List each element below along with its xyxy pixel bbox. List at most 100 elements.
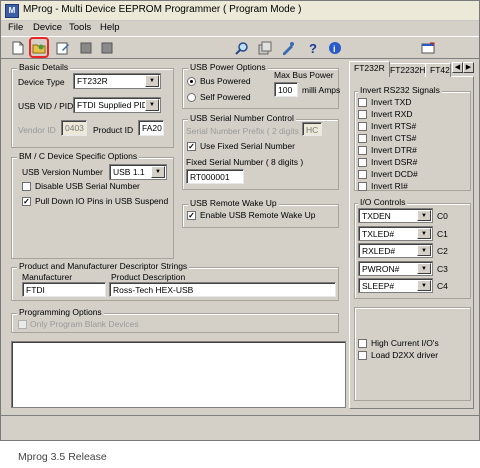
tab-scroll-left-icon[interactable]: ◀ [452,62,463,73]
usb-version-select[interactable]: USB 1.1 ▼ [109,164,167,180]
io-c0-label: C0 [437,211,448,221]
manufacturer-label: Manufacturer [22,272,73,282]
serial-number-legend: USB Serial Number Control [188,113,296,123]
invert-txd-checkbox[interactable] [358,98,367,107]
io-c1-label: C1 [437,229,448,239]
help-icon[interactable]: ? [304,39,322,57]
tab-ft423[interactable]: FT423 [425,63,451,77]
output-log[interactable] [11,341,346,408]
io-c2-label: C2 [437,246,448,256]
usb-power-legend: USB Power Options [188,62,268,72]
io-c3-select[interactable]: PWRON# ▼ [358,261,433,276]
max-bus-power-field[interactable]: 100 [274,82,298,97]
basic-details-legend: Basic Details [17,62,71,72]
product-id-label: Product ID [93,125,134,135]
svg-text:i: i [333,44,336,54]
menu-help[interactable]: Help [100,22,120,33]
self-powered-radio[interactable] [187,93,196,102]
window-title: MProg - Multi Device EEPROM Programmer (… [23,4,302,15]
status-bar [1,415,479,440]
disable-serial-label: Disable USB Serial Number [35,181,140,191]
high-current-checkbox[interactable] [358,339,367,348]
product-id-field[interactable]: FA20 [138,120,164,136]
chevron-down-icon: ▼ [417,228,431,239]
fixed-serial-label: Fixed Serial Number ( 8 digits ) [186,157,304,167]
invert-rts-label: Invert RTS# [371,121,417,131]
open-folder-icon[interactable] [29,37,49,58]
device-type-select[interactable]: FT232R ▼ [73,73,161,89]
load-d2xx-label: Load D2XX driver [371,350,439,360]
vid-pid-select[interactable]: FTDI Supplied PID ▼ [73,97,161,113]
edit-icon[interactable] [54,39,72,57]
descriptor-legend: Product and Manufacturer Descriptor Stri… [17,261,190,271]
chevron-down-icon: ▼ [417,280,431,291]
manufacturer-field[interactable]: FTDI [22,282,106,297]
product-description-field[interactable]: Ross-Tech HEX-USB [109,282,336,297]
chevron-down-icon: ▼ [145,99,159,111]
invert-rxd-checkbox[interactable] [358,110,367,119]
use-fixed-serial-checkbox[interactable]: ✓ [187,142,196,151]
svg-text:?: ? [309,41,317,55]
copy-icon[interactable] [256,39,274,57]
load-d2xx-checkbox[interactable] [358,351,367,360]
vendor-id-label: Vendor ID [18,125,56,135]
io-c3-label: C3 [437,264,448,274]
invert-dtr-checkbox[interactable] [358,146,367,155]
only-blank-label: Only Program Blank Devices [30,319,139,329]
bus-powered-radio[interactable] [187,77,196,86]
self-powered-label: Self Powered [200,92,251,102]
invert-ri-checkbox[interactable] [358,182,367,191]
tab-ft232r[interactable]: FT232R [349,61,390,77]
caption-area: Mprog 3.5 Release [0,441,480,468]
vid-pid-value: FTDI Supplied PID [77,100,148,110]
new-file-icon[interactable] [9,39,27,57]
mprog-app-icon: M [5,4,19,18]
invert-dsr-label: Invert DSR# [371,157,418,167]
device-type-value: FT232R [77,76,108,86]
tab-scroll-right-icon[interactable]: ▶ [463,62,474,73]
io-c4-value: SLEEP# [362,281,395,291]
tab-ft2232h[interactable]: FT2232H [385,63,431,77]
invert-dtr-label: Invert DTR# [371,145,417,155]
io-c2-select[interactable]: RXLED# ▼ [358,243,433,258]
invert-dcd-checkbox[interactable] [358,170,367,179]
disable-serial-checkbox[interactable] [22,182,31,191]
enable-wakeup-checkbox[interactable]: ✓ [187,211,196,220]
milliamps-unit: milli Amps [302,85,341,95]
device-type-label: Device Type [18,77,65,87]
search-icon[interactable] [233,39,251,57]
app-window: M MProg - Multi Device EEPROM Programmer… [0,0,480,441]
invert-rts-checkbox[interactable] [358,122,367,131]
invert-signals-legend: Invert RS232 Signals [358,85,442,95]
pulldown-label: Pull Down IO Pins in USB Suspend [35,196,169,206]
remote-wakeup-legend: USB Remote Wake Up [188,198,279,208]
fixed-serial-field[interactable]: RT000001 [186,169,244,184]
invert-dsr-checkbox[interactable] [358,158,367,167]
menu-tools[interactable]: Tools [69,22,91,33]
info-icon[interactable]: i [326,39,344,57]
chevron-down-icon: ▼ [417,245,431,256]
program-icon[interactable] [279,39,297,57]
high-current-label: High Current I/O's [371,338,439,348]
bm-options-legend: BM / C Device Specific Options [17,151,140,161]
io-c4-select[interactable]: SLEEP# ▼ [358,278,433,293]
only-blank-checkbox[interactable] [18,320,27,329]
serial-prefix-field[interactable]: HC [302,122,322,136]
menu-file[interactable]: File [8,22,23,33]
usb-version-value: USB 1.1 [113,167,145,177]
stop-icon[interactable] [77,39,95,57]
invert-cts-checkbox[interactable] [358,134,367,143]
io-c1-value: TXLED# [362,229,395,239]
window-icon[interactable] [419,39,437,57]
io-c2-value: RXLED# [362,246,396,256]
menu-bar: File Device Tools Help [1,21,479,36]
io-c0-select[interactable]: TXDEN ▼ [358,208,433,223]
stop-icon[interactable] [98,39,116,57]
serial-prefix-label: Serial Number Prefix ( 2 digits ) [186,126,305,136]
menu-device[interactable]: Device [33,22,62,33]
vendor-id-field[interactable]: 0403 [61,120,87,136]
io-c1-select[interactable]: TXLED# ▼ [358,226,433,241]
pulldown-checkbox[interactable]: ✓ [22,197,31,206]
invert-txd-label: Invert TXD [371,97,412,107]
chevron-down-icon: ▼ [417,263,431,274]
